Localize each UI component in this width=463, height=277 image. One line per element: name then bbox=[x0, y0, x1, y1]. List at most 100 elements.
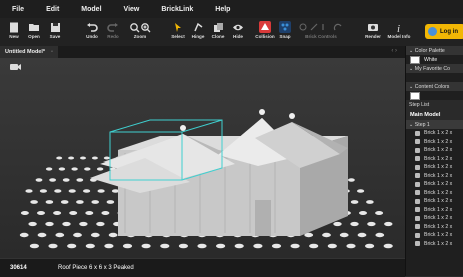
step-list-label: Step List bbox=[409, 101, 430, 108]
baseplate-stud bbox=[253, 243, 263, 249]
new-label: New bbox=[9, 34, 19, 39]
baseplate-stud bbox=[29, 243, 39, 249]
menu-model[interactable]: Model bbox=[81, 6, 101, 13]
baseplate-stud bbox=[104, 243, 114, 249]
color-white[interactable]: White bbox=[406, 55, 463, 64]
undo-label: Undo bbox=[86, 34, 98, 39]
baseplate-stud bbox=[71, 167, 78, 171]
baseplate-stud bbox=[45, 167, 53, 171]
list-item[interactable]: Brick 1 x 2 x bbox=[406, 172, 463, 181]
content-white-swatch bbox=[410, 91, 420, 100]
hide-button[interactable]: Hide bbox=[226, 20, 250, 44]
baseplate-stud bbox=[348, 178, 355, 182]
baseplate-stud bbox=[30, 200, 38, 204]
menu-help[interactable]: Help bbox=[215, 6, 230, 13]
baseplate-stud bbox=[309, 243, 319, 249]
color-palette-label: Color Palette bbox=[414, 47, 445, 54]
clone-label: Clone bbox=[211, 34, 225, 39]
hinge-label: Hinge bbox=[191, 34, 205, 39]
white-swatch bbox=[410, 55, 420, 64]
camera-toggle-icon[interactable] bbox=[10, 64, 21, 70]
zoom-button[interactable]: Zoom bbox=[128, 20, 152, 44]
baseplate-stud bbox=[20, 211, 29, 215]
model-info-label: Model Info bbox=[387, 34, 411, 39]
baseplate-stud bbox=[359, 211, 367, 215]
step-list-header[interactable]: Step List bbox=[406, 100, 463, 109]
list-item[interactable]: Brick 1 x 2 x bbox=[406, 223, 463, 232]
redo-label: Redo bbox=[107, 34, 119, 39]
tab-scroll-arrows-icon[interactable]: ‹ › bbox=[391, 48, 397, 54]
list-item[interactable]: Brick 1 x 2 x bbox=[406, 197, 463, 206]
tab-title: Untitled Model* bbox=[5, 49, 46, 55]
part-id: 30614 bbox=[10, 265, 27, 271]
baseplate-stud bbox=[367, 221, 376, 227]
snap-button[interactable]: Snap bbox=[273, 20, 297, 44]
brick-controls-button[interactable]: Brick Controls bbox=[296, 20, 346, 44]
baseplate-stud bbox=[178, 243, 188, 249]
open-label: Open bbox=[28, 34, 40, 39]
brick-icon bbox=[415, 241, 420, 247]
baseplate-stud bbox=[141, 243, 151, 249]
baseplate-stud bbox=[80, 156, 86, 160]
baseplate-stud bbox=[290, 243, 300, 249]
list-item[interactable]: Brick 1 x 2 x bbox=[406, 240, 463, 249]
list-item[interactable]: Brick 1 x 2 x bbox=[406, 206, 463, 215]
baseplate-stud bbox=[365, 243, 375, 249]
toolbar: New Open Save Undo Redo Zoom Select Hing… bbox=[0, 18, 463, 47]
baseplate-stud bbox=[216, 243, 226, 249]
list-item[interactable]: Brick 1 x 2 x bbox=[406, 146, 463, 155]
model-info-button[interactable]: i Model Info bbox=[387, 20, 411, 44]
step-1-header[interactable]: ⌄ Step 1 bbox=[406, 120, 463, 129]
list-item[interactable]: Brick 1 x 2 x bbox=[406, 138, 463, 147]
baseplate-stud bbox=[35, 178, 43, 182]
baseplate-stud bbox=[97, 189, 105, 193]
baseplate-stud bbox=[122, 243, 133, 249]
baseplate-stud bbox=[197, 243, 207, 249]
content-white[interactable] bbox=[406, 91, 463, 100]
list-item[interactable]: Brick 1 x 2 x bbox=[406, 214, 463, 223]
login-button[interactable]: Log in bbox=[425, 24, 463, 39]
render-button[interactable]: Render bbox=[361, 20, 385, 44]
baseplate-stud bbox=[350, 221, 359, 227]
list-item[interactable]: Brick 1 x 2 x bbox=[406, 231, 463, 240]
list-item[interactable]: Brick 1 x 2 x bbox=[406, 189, 463, 198]
login-label: Log in bbox=[440, 28, 458, 35]
baseplate-stud bbox=[85, 211, 94, 215]
main-model-row[interactable]: Main Model bbox=[406, 109, 463, 120]
baseplate-stud bbox=[366, 200, 374, 204]
favorite-label: My Favorite Co bbox=[414, 65, 450, 72]
undo-icon bbox=[86, 21, 98, 33]
menu-bricklink[interactable]: BrickLink bbox=[161, 6, 193, 13]
brick-icon bbox=[415, 156, 420, 162]
menu-view[interactable]: View bbox=[124, 6, 140, 13]
model-building[interactable] bbox=[90, 109, 348, 236]
baseplate-stud bbox=[73, 232, 82, 238]
brick-icon bbox=[415, 198, 420, 204]
save-button[interactable]: Save bbox=[43, 20, 67, 44]
list-item[interactable]: Brick 1 x 2 x bbox=[406, 129, 463, 138]
baseplate-stud bbox=[357, 232, 367, 238]
brick-controls-label: Brick Controls bbox=[305, 34, 337, 39]
baseplate-stud bbox=[384, 221, 393, 227]
tab-untitled-model[interactable]: Untitled Model* ◦ bbox=[0, 46, 58, 58]
folder-icon bbox=[28, 21, 40, 33]
menu-edit[interactable]: Edit bbox=[46, 6, 59, 13]
zoom-label: Zoom bbox=[133, 34, 147, 39]
eye-icon bbox=[232, 21, 244, 33]
redo-button[interactable]: Redo bbox=[101, 20, 125, 44]
baseplate-stud bbox=[106, 200, 115, 204]
collision-warning-icon bbox=[259, 21, 271, 33]
list-item[interactable]: Brick 1 x 2 x bbox=[406, 163, 463, 172]
close-icon[interactable]: ◦ bbox=[51, 49, 53, 55]
viewport-canvas[interactable] bbox=[0, 58, 405, 258]
menu-file[interactable]: File bbox=[12, 6, 24, 13]
document-tab-bar: Untitled Model* ◦ ‹ › bbox=[0, 46, 405, 58]
list-item[interactable]: Brick 1 x 2 x bbox=[406, 180, 463, 189]
color-palette-header[interactable]: ⌄ Color Palette bbox=[406, 46, 463, 55]
content-colors-header[interactable]: ⌄ Content Colors bbox=[406, 82, 463, 91]
3d-viewport[interactable] bbox=[0, 58, 405, 258]
list-item[interactable]: Brick 1 x 2 x bbox=[406, 155, 463, 164]
baseplate-stud bbox=[54, 189, 62, 193]
brick-icon bbox=[415, 232, 420, 238]
favorite-colors-header[interactable]: ⌄ My Favorite Co bbox=[406, 64, 463, 73]
